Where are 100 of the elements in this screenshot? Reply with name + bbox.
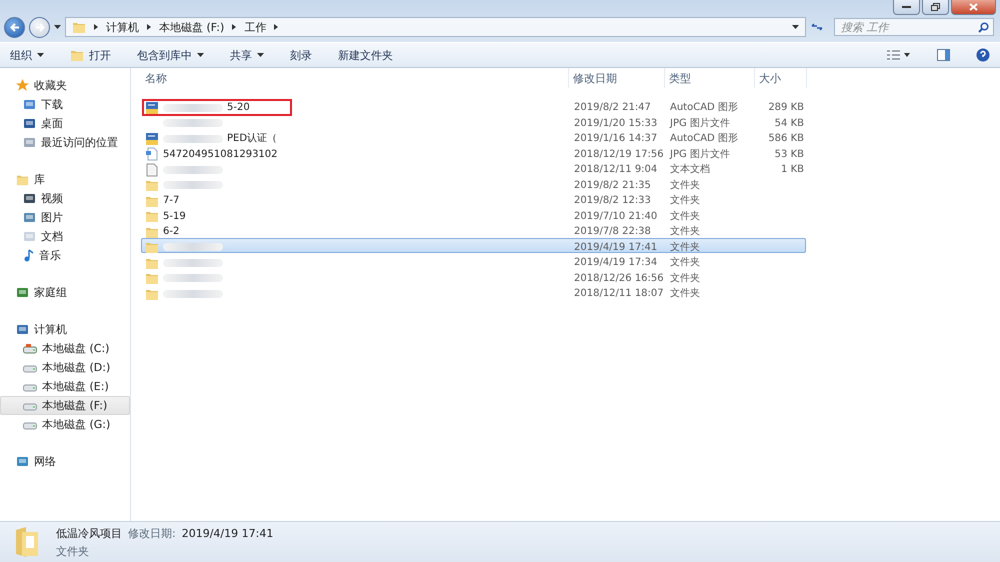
- date-cell-text: 2019/7/8 22:38: [573, 225, 652, 238]
- view-options-icon[interactable]: [887, 50, 911, 60]
- type-cell-text: 文件夹: [669, 287, 701, 300]
- modified-date: 2019/4/19 17:41: [182, 526, 274, 540]
- preview-pane-icon[interactable]: [937, 49, 950, 61]
- type-cell-text: JPG 图片文件: [668, 148, 731, 160]
- size-cell-text: 1 KB: [780, 163, 805, 176]
- type-cell-text: 文件夹: [669, 194, 701, 207]
- folder-icon: [145, 178, 159, 192]
- computer-icon: [16, 324, 29, 336]
- chevron-icon: [94, 24, 98, 30]
- toolbar-button[interactable]: 共享: [230, 48, 264, 62]
- image-file-icon: [145, 147, 159, 161]
- sidebar-section[interactable]: 计算机: [0, 320, 130, 339]
- sidebar-item[interactable]: 音乐: [0, 246, 130, 265]
- toolbar-button[interactable]: 包含到库中: [137, 48, 204, 62]
- help-icon[interactable]: [976, 48, 990, 62]
- type-cell-text: JPG 图片文件: [668, 116, 731, 130]
- sidebar-item[interactable]: 桌面: [0, 114, 130, 133]
- sidebar-item[interactable]: 本地磁盘 (C:): [0, 339, 130, 358]
- file-row[interactable]: PED认证（ 2019/1/16 14:37 AutoCAD 图形 586 KB: [141, 129, 806, 144]
- music-note-icon: [23, 249, 34, 262]
- file-row[interactable]: 2018/12/11 18:07 文件夹: [141, 284, 806, 300]
- sidebar-item[interactable]: 本地磁盘 (E:): [0, 377, 130, 396]
- type-cell-text: 文件夹: [669, 240, 701, 254]
- date-cell-text: 2019/4/19 17:34: [573, 256, 658, 269]
- chevron-icon: [147, 24, 151, 30]
- type-cell-text: 文件夹: [669, 272, 701, 284]
- column-header[interactable]: 类型: [665, 68, 755, 88]
- address-bar[interactable]: 计算机 本地磁盘 (F:) 工作: [65, 17, 806, 37]
- date-cell-text: 2019/7/10 21:40: [573, 210, 658, 222]
- minimize-button[interactable]: [893, 0, 920, 15]
- close-button[interactable]: [951, 0, 996, 15]
- folder-icon: [72, 20, 86, 34]
- sidebar-item[interactable]: 本地磁盘 (F:): [0, 396, 130, 415]
- file-row[interactable]: 7-7 2019/8/2 12:33 文件夹: [141, 191, 806, 206]
- breadcrumb[interactable]: 计算机: [106, 20, 139, 34]
- refresh-icon[interactable]: [810, 21, 824, 33]
- column-header[interactable]: 名称: [141, 68, 569, 88]
- date-cell-text: 2018/12/19 17:56: [573, 148, 665, 160]
- column-header[interactable]: 大小: [755, 68, 807, 88]
- sidebar-item[interactable]: 下载: [0, 95, 130, 114]
- sidebar-section[interactable]: 库: [0, 170, 130, 189]
- drive-icon: [23, 382, 37, 392]
- toolbar-button[interactable]: 刻录: [290, 48, 312, 62]
- file-row[interactable]: 2018/12/11 9:04 文本文档 1 KB: [141, 160, 806, 176]
- restore-icon: [931, 3, 940, 11]
- toolbar-button[interactable]: 组织: [10, 48, 44, 62]
- column-header[interactable]: 修改日期: [569, 68, 665, 88]
- sidebar-section[interactable]: 网络: [0, 452, 130, 471]
- sidebar-section[interactable]: 家庭组: [0, 283, 130, 302]
- type-cell-text: AutoCAD 图形: [669, 132, 739, 145]
- folder-icon: [145, 240, 159, 254]
- text-file-icon: [145, 162, 159, 176]
- sidebar-item[interactable]: 图片: [0, 208, 130, 227]
- search-icon: [978, 22, 989, 33]
- minimize-icon: [902, 6, 911, 8]
- restore-button[interactable]: [922, 0, 949, 15]
- file-row[interactable]: 2018/12/26 16:56 文件夹: [141, 268, 806, 284]
- back-button[interactable]: [4, 16, 25, 38]
- date-cell-text: 2018/12/11 9:04: [573, 163, 658, 176]
- file-row[interactable]: 2019/1/20 15:33 JPG 图片文件 54 KB: [141, 114, 806, 129]
- breadcrumb[interactable]: 工作: [244, 20, 266, 34]
- file-name: 7-7: [163, 194, 180, 207]
- file-row[interactable]: 2019/4/19 17:34 文件夹: [141, 253, 806, 268]
- search-field[interactable]: 搜索 工作: [834, 18, 994, 36]
- forward-arrow-icon: [34, 22, 44, 32]
- file-row[interactable]: 2019/8/2 21:35 文件夹: [141, 176, 806, 191]
- file-row[interactable]: 6-2 2019/7/8 22:38 文件夹: [141, 222, 806, 238]
- date-cell-text: 2018/12/26 16:56: [573, 272, 665, 284]
- sidebar-item[interactable]: 本地磁盘 (G:): [0, 415, 130, 434]
- file-name: 5-19: [163, 210, 186, 222]
- chevron-icon: [232, 24, 236, 30]
- sidebar-item[interactable]: 文档: [0, 227, 130, 246]
- file-row[interactable]: 547204951081293102 2018/12/19 17:56 JPG 图片文件 53 KB: [141, 144, 806, 160]
- sidebar-item[interactable]: 视频: [0, 189, 130, 208]
- sidebar-item[interactable]: 本地磁盘 (D:): [0, 358, 130, 377]
- file-row[interactable]: 5-20 2019/8/2 21:47 AutoCAD 图形 289 KB: [141, 98, 806, 114]
- file-name: PED认证（: [227, 132, 278, 145]
- drawing-file-icon: [145, 100, 159, 114]
- toolbar-button[interactable]: 新建文件夹: [338, 48, 393, 62]
- breadcrumb[interactable]: 本地磁盘 (F:): [159, 20, 224, 34]
- file-name: 5-20: [227, 101, 250, 114]
- forward-button[interactable]: [29, 16, 50, 38]
- toolbar-button[interactable]: 打开: [70, 48, 111, 62]
- file-name: 547204951081293102: [163, 148, 278, 160]
- date-cell-text: 2019/8/2 12:33: [573, 194, 652, 207]
- selected-item-name: 低温冷风项目: [56, 526, 122, 540]
- size-cell-text: 289 KB: [767, 101, 805, 114]
- date-cell-text: 2018/12/11 18:07: [573, 287, 665, 300]
- size-cell-text: 53 KB: [774, 148, 805, 160]
- file-row[interactable]: 2019/4/19 17:41 文件夹: [141, 238, 806, 253]
- back-arrow-icon: [10, 22, 20, 32]
- type-cell-text: 文件夹: [669, 256, 701, 269]
- drive-icon: [23, 344, 37, 354]
- sidebar-item[interactable]: 最近访问的位置: [0, 133, 130, 152]
- folder-icon: [16, 173, 29, 186]
- sidebar-section[interactable]: 收藏夹: [0, 76, 130, 95]
- folder-icon: [70, 48, 84, 62]
- file-row[interactable]: 5-19 2019/7/10 21:40 文件夹: [141, 206, 806, 222]
